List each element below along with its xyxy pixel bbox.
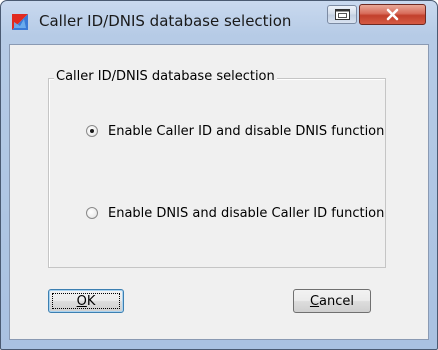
group-box: [48, 78, 386, 268]
restore-button[interactable]: [327, 5, 357, 24]
cancel-mnemonic: C: [309, 293, 320, 309]
cancel-button[interactable]: Cancel: [293, 289, 371, 313]
title-bar[interactable]: Caller ID/DNIS database selection: [1, 1, 437, 43]
ok-button[interactable]: OK: [48, 289, 124, 313]
dialog-client-area: Caller ID/DNIS database selection Enable…: [9, 44, 429, 340]
app-icon[interactable]: [11, 13, 29, 31]
close-button[interactable]: [359, 4, 426, 25]
close-x-icon: [386, 8, 399, 21]
radio-enable-caller-id[interactable]: Enable Caller ID and disable DNIS functi…: [86, 122, 384, 140]
radio-label[interactable]: Enable DNIS and disable Caller ID functi…: [108, 206, 384, 221]
window-title: Caller ID/DNIS database selection: [39, 12, 292, 30]
focus-ring: [52, 293, 120, 309]
group-box-legend: Caller ID/DNIS database selection: [54, 69, 277, 84]
radio-label[interactable]: Enable Caller ID and disable DNIS functi…: [108, 124, 384, 139]
cancel-rest: ancel: [319, 293, 355, 309]
radio-button-icon[interactable]: [86, 125, 98, 137]
cancel-button-label: Cancel: [310, 294, 354, 309]
restore-icon: [335, 9, 350, 20]
radio-button-icon[interactable]: [86, 207, 98, 219]
radio-enable-dnis[interactable]: Enable DNIS and disable Caller ID functi…: [86, 204, 384, 222]
radio-selected-dot: [90, 129, 94, 133]
dialog-window: Caller ID/DNIS database selection Caller…: [0, 0, 438, 350]
